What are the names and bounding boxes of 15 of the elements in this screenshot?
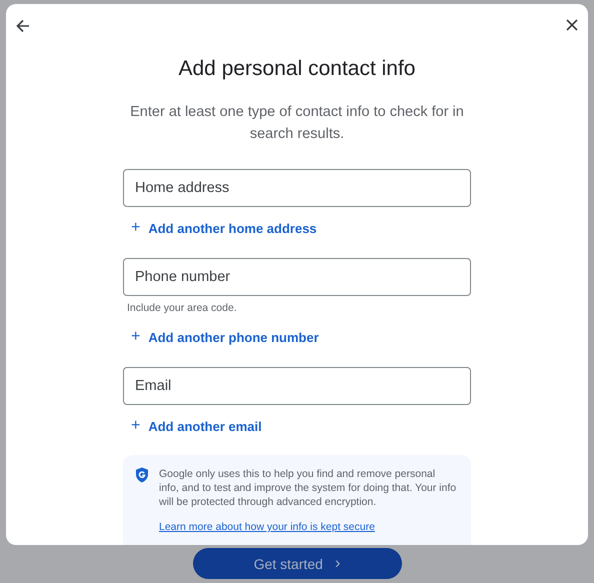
add-link[interactable]: + Add another email <box>131 417 262 435</box>
back-arrow-icon[interactable] <box>16 19 30 33</box>
input-field[interactable]: Email <box>123 367 471 405</box>
field-hint: Include your area code. <box>127 302 238 314</box>
close-icon[interactable] <box>566 19 578 31</box>
input-field[interactable]: Phone number <box>123 258 471 296</box>
add-link[interactable]: + Add another phone number <box>131 328 319 346</box>
dialog-title: Add personal contact info <box>178 57 416 81</box>
shield-icon <box>135 467 149 483</box>
notice-text: Google only uses this to help you find and remove personal info, and to test and improve the system for doing that. Your info will be protected through advanced encryption. <box>159 467 457 509</box>
input-field[interactable]: Home address <box>123 169 471 207</box>
dialog-subtitle: Enter at least one type of contact info to check for in search results. <box>129 103 465 144</box>
get-started-button[interactable]: Get started › <box>192 548 402 579</box>
add-link[interactable]: + Add another home address <box>131 219 317 237</box>
learn-more-link[interactable]: Learn more about how your info is kept secure <box>159 521 375 533</box>
